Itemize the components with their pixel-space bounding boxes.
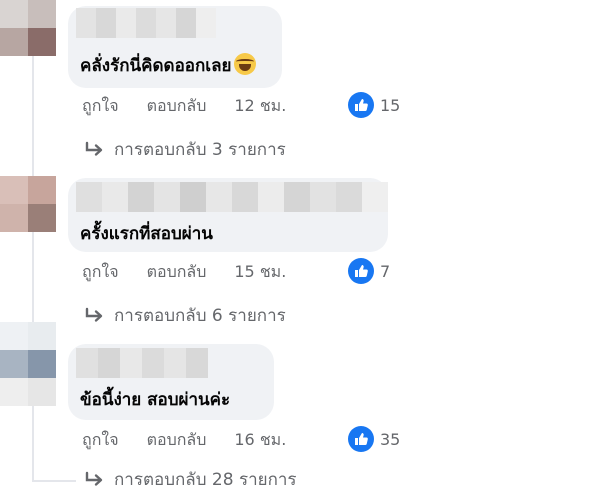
- comment-actions: ถูกใจ ตอบกลับ 15 ชม.: [82, 260, 286, 285]
- comments-section: คลั่งรักนี่คิดดออกเลย ถูกใจ ตอบกลับ 12 ช…: [0, 0, 600, 500]
- like-button[interactable]: ถูกใจ: [82, 260, 119, 285]
- thumbs-up-icon: [348, 426, 374, 452]
- view-replies-label: การตอบกลับ 28 รายการ: [114, 470, 297, 490]
- comment-text: ครั้งแรกที่สอบผ่าน: [80, 224, 213, 244]
- comment-text: คลั่งรักนี่คิดดออกเลย: [80, 52, 256, 79]
- timestamp[interactable]: 15 ชม.: [234, 260, 286, 285]
- reply-button[interactable]: ตอบกลับ: [147, 260, 207, 285]
- view-replies-link[interactable]: การตอบกลับ 3 รายการ: [84, 136, 286, 163]
- reaction-count: 15: [380, 95, 401, 115]
- reply-arrow-icon: [84, 141, 106, 159]
- comment-actions: ถูกใจ ตอบกลับ 12 ชม.: [82, 94, 286, 119]
- comment-3: ข้อนี้ง่าย สอบผ่านค่ะ ถูกใจ ตอบกลับ 16 ช…: [0, 322, 600, 500]
- comment-actions: ถูกใจ ตอบกลับ 16 ชม.: [82, 428, 286, 453]
- avatar[interactable]: [0, 176, 56, 232]
- avatar[interactable]: [0, 322, 56, 406]
- reaction-summary[interactable]: 7: [348, 258, 390, 284]
- thumbs-up-icon: [348, 258, 374, 284]
- comment-1: คลั่งรักนี่คิดดออกเลย ถูกใจ ตอบกลับ 12 ช…: [0, 0, 600, 170]
- view-replies-label: การตอบกลับ 3 รายการ: [114, 140, 286, 160]
- comment-2: ครั้งแรกที่สอบผ่าน ถูกใจ ตอบกลับ 15 ชม. …: [0, 176, 600, 336]
- author-name-blurred[interactable]: [76, 348, 208, 378]
- reply-arrow-icon: [84, 471, 106, 489]
- timestamp[interactable]: 16 ชม.: [234, 428, 286, 453]
- comment-bubble: ครั้งแรกที่สอบผ่าน: [68, 178, 388, 252]
- view-replies-link[interactable]: การตอบกลับ 28 รายการ: [84, 466, 297, 493]
- thumbs-up-icon: [348, 92, 374, 118]
- timestamp[interactable]: 12 ชม.: [234, 94, 286, 119]
- reaction-count: 7: [380, 261, 391, 281]
- laughing-with-tears-emoji: [233, 53, 256, 75]
- avatar[interactable]: [0, 0, 56, 56]
- comment-bubble: คลั่งรักนี่คิดดออกเลย: [68, 6, 282, 88]
- like-button[interactable]: ถูกใจ: [82, 428, 119, 453]
- comment-bubble: ข้อนี้ง่าย สอบผ่านค่ะ: [68, 344, 274, 420]
- author-name-blurred[interactable]: [76, 8, 216, 38]
- reaction-summary[interactable]: 35: [348, 426, 400, 452]
- reaction-summary[interactable]: 15: [348, 92, 400, 118]
- comment-text: ข้อนี้ง่าย สอบผ่านค่ะ: [80, 390, 231, 410]
- reply-button[interactable]: ตอบกลับ: [147, 94, 207, 119]
- like-button[interactable]: ถูกใจ: [82, 94, 119, 119]
- author-name-blurred[interactable]: [76, 182, 394, 212]
- reply-button[interactable]: ตอบกลับ: [147, 428, 207, 453]
- reaction-count: 35: [380, 429, 401, 449]
